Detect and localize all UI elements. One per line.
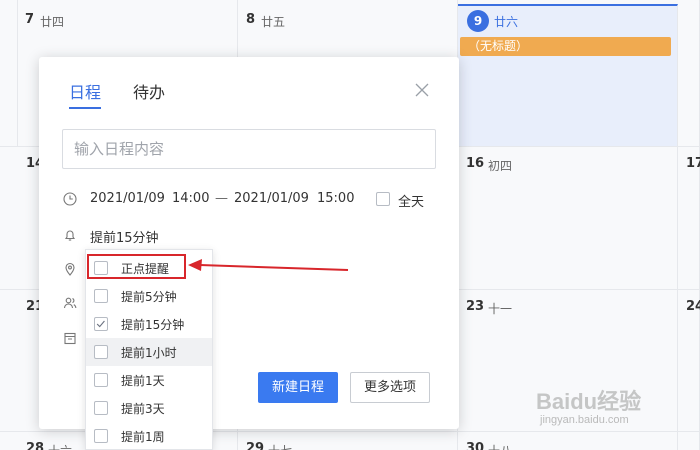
day-number: 29 [246, 441, 265, 450]
lunar-date: 十七 [268, 442, 292, 450]
option-label: 提前3天 [121, 402, 165, 416]
day-number: 17 [686, 156, 700, 171]
day-cell[interactable]: 24 [678, 290, 700, 432]
option-checkbox[interactable] [94, 345, 108, 359]
day-cell[interactable] [678, 432, 700, 450]
close-icon[interactable] [413, 81, 431, 99]
reminder-option[interactable]: 提前3天 [86, 394, 212, 422]
time-separator: — [215, 191, 228, 206]
start-date[interactable]: 2021/01/09 [90, 191, 165, 206]
day-cell-today[interactable] [458, 4, 678, 147]
option-checkbox-checked[interactable] [94, 317, 108, 331]
watermark-url: jingyan.baidu.com [540, 414, 629, 426]
reminder-option[interactable]: 提前5分钟 [86, 282, 212, 310]
more-options-button[interactable]: 更多选项 [350, 372, 430, 403]
tab-schedule[interactable]: 日程 [69, 79, 101, 103]
bell-icon [64, 230, 76, 241]
start-time[interactable]: 14:00 [172, 191, 209, 206]
today-badge: 9 [467, 10, 489, 32]
lunar-date: 廿五 [261, 15, 286, 29]
day-number: 30 [466, 441, 485, 450]
clock-icon [63, 192, 77, 206]
day-number: 23 [466, 299, 485, 314]
all-day-label: 全天 [398, 195, 425, 210]
option-checkbox[interactable] [94, 401, 108, 415]
option-label: 提前1天 [121, 374, 165, 388]
day-cell[interactable] [678, 0, 700, 147]
day-number: 24 [686, 299, 700, 314]
reminder-option[interactable]: 提前1小时 [86, 338, 212, 366]
reminder-option[interactable]: 提前15分钟 [86, 310, 212, 338]
option-label: 提前1周 [121, 430, 165, 444]
day-cell[interactable]: 29 十七 [238, 432, 458, 450]
option-label: 提前15分钟 [121, 318, 185, 332]
people-icon [63, 297, 77, 309]
option-label: 提前1小时 [121, 346, 177, 360]
all-day-checkbox[interactable] [376, 192, 390, 206]
option-label: 提前5分钟 [121, 290, 177, 304]
day-number: 16 [466, 156, 485, 171]
tab-todo[interactable]: 待办 [133, 79, 165, 103]
create-event-button[interactable]: 新建日程 [258, 372, 338, 403]
day-cell[interactable]: 16 初四 [458, 147, 678, 290]
option-checkbox[interactable] [94, 373, 108, 387]
day-cell[interactable] [0, 0, 18, 147]
lunar-date: 初四 [488, 159, 513, 173]
event-chip[interactable]: （无标题） [460, 37, 671, 56]
day-number: 8 [246, 12, 256, 27]
end-date[interactable]: 2021/01/09 [234, 191, 309, 206]
reminder-option[interactable]: 提前1周 [86, 422, 212, 450]
highlight-box [87, 254, 186, 279]
check-icon [96, 320, 105, 328]
lunar-date: 廿四 [40, 15, 65, 29]
lunar-date: 十一 [488, 302, 513, 316]
event-content-input[interactable] [62, 129, 436, 169]
watermark-logo: Baidu经验 [536, 389, 642, 414]
end-time[interactable]: 15:00 [317, 191, 354, 206]
location-icon [65, 262, 75, 276]
annotation-arrow-icon [188, 259, 349, 271]
option-checkbox[interactable] [94, 289, 108, 303]
day-cell[interactable]: 17 [678, 147, 700, 290]
active-tab-indicator [69, 107, 101, 109]
lunar-date: 十六 [48, 442, 72, 450]
calendar-icon [64, 332, 76, 345]
reminder-option[interactable]: 提前1天 [86, 366, 212, 394]
day-cell[interactable]: 30 十八 [458, 432, 678, 450]
option-checkbox[interactable] [94, 429, 108, 443]
day-number: 7 [25, 12, 35, 27]
reminder-select[interactable]: 提前15分钟 [90, 227, 159, 246]
day-number: 28 [26, 441, 45, 450]
lunar-date: 廿六 [494, 15, 519, 29]
lunar-date: 十八 [488, 442, 512, 450]
